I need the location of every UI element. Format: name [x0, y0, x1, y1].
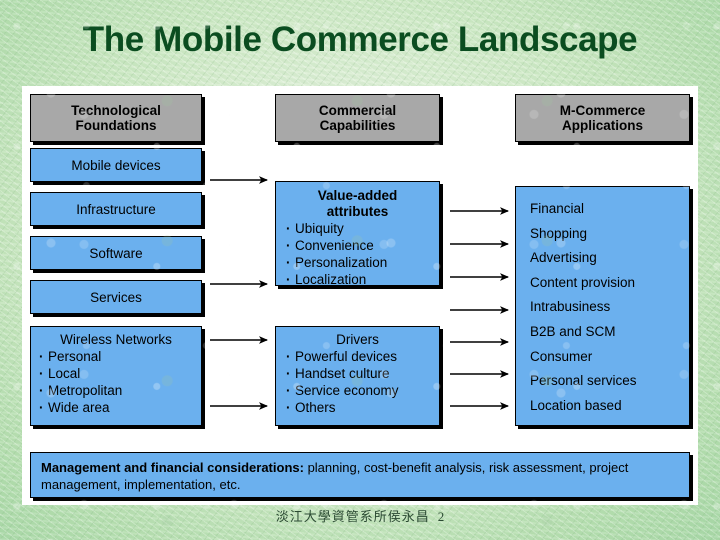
left-box-label: Services: [90, 289, 142, 305]
middle-box-value-added-attributes: Value-added attributes Ubiquity Convenie…: [275, 181, 440, 288]
column-header-commercial-capabilities: Commercial Capabilities: [275, 94, 440, 142]
list-item: Convenience: [286, 237, 439, 254]
list-item: Wide area: [39, 399, 201, 416]
right-box-applications: Financial Shopping Advertising Content p…: [515, 186, 690, 426]
header-line-1: Commercial: [318, 103, 397, 118]
value-added-title-line-2: attributes: [326, 204, 389, 219]
left-box-mobile-devices: Mobile devices: [30, 148, 202, 182]
left-box-software: Software: [30, 236, 202, 270]
column-header-technological-foundations: Technological Foundations: [30, 94, 202, 142]
left-box-label: Software: [89, 245, 143, 261]
list-item: Local: [39, 365, 201, 382]
left-box-label: Infrastructure: [76, 201, 156, 217]
header-line-1: Technological: [71, 103, 161, 118]
list-item: Handset culture: [286, 365, 439, 382]
left-box-services: Services: [30, 280, 202, 314]
arrow-group-middle-to-right: [450, 207, 509, 410]
list-item: Advertising: [530, 250, 597, 266]
value-added-title-line-1: Value-added: [317, 188, 398, 203]
list-item: Shopping: [530, 225, 588, 241]
management-considerations-bar: Management and financial considerations:…: [30, 452, 690, 498]
applications-list: Financial Shopping Advertising Content p…: [530, 197, 689, 418]
bottom-bar-lead: Management and financial considerations:: [41, 460, 304, 475]
header-line-2: Capabilities: [319, 118, 396, 133]
list-item: B2B and SCM: [530, 323, 616, 339]
header-line-2: Foundations: [75, 118, 157, 133]
footer-credit: 淡江大學資管系所侯永昌: [275, 509, 430, 524]
list-item: Personal services: [530, 373, 637, 389]
drivers-title: Drivers: [336, 332, 379, 347]
arrow-group-left-to-middle: [210, 176, 268, 410]
left-box-wireless-networks: Wireless Networks Personal Local Metropo…: [30, 326, 202, 426]
list-item: Content provision: [530, 274, 636, 290]
list-item: Powerful devices: [286, 348, 439, 365]
middle-box-drivers: Drivers Powerful devices Handset culture…: [275, 326, 440, 426]
list-item: Location based: [530, 397, 622, 413]
landscape-diagram-panel: Technological Foundations Commercial Cap…: [22, 86, 698, 505]
list-item: Localization: [286, 271, 439, 288]
list-item: Others: [286, 399, 439, 416]
drivers-list: Powerful devices Handset culture Service…: [286, 348, 439, 416]
list-item: Metropolitan: [39, 382, 201, 399]
list-item: Financial: [530, 201, 585, 216]
list-item: Consumer: [530, 348, 593, 364]
page-title: The Mobile Commerce Landscape: [82, 20, 638, 59]
wireless-networks-title: Wireless Networks: [60, 332, 172, 347]
slide-canvas: The Mobile Commerce Landscape Technologi…: [0, 0, 720, 540]
list-item: Ubiquity: [286, 220, 439, 237]
value-added-list: Ubiquity Convenience Personalization Loc…: [286, 220, 439, 288]
left-box-label: Mobile devices: [71, 157, 161, 173]
page-number: 2: [437, 509, 445, 524]
slide-footer: 淡江大學資管系所侯永昌 2: [0, 506, 720, 525]
column-header-mcommerce-applications: M-Commerce Applications: [515, 94, 690, 142]
list-item: Service economy: [286, 382, 439, 399]
list-item: Intrabusiness: [530, 299, 611, 315]
header-line-2: Applications: [561, 118, 643, 133]
header-line-1: M-Commerce: [559, 103, 646, 118]
wireless-networks-list: Personal Local Metropolitan Wide area: [39, 348, 201, 416]
list-item: Personalization: [286, 254, 439, 271]
list-item: Personal: [39, 348, 201, 365]
left-box-infrastructure: Infrastructure: [30, 192, 202, 226]
